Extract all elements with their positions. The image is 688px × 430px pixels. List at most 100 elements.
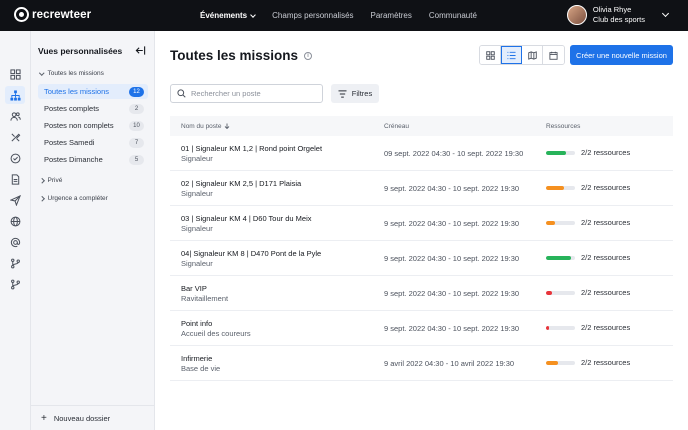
sidebar-item-saturday[interactable]: Postes Samedi 7 <box>38 135 148 150</box>
rail-volunteers[interactable] <box>5 107 25 125</box>
resources-text: 2/2 ressources <box>581 183 631 192</box>
globe-icon <box>10 216 20 226</box>
rail-check[interactable] <box>5 149 25 167</box>
progress-fill <box>546 220 556 225</box>
at-icon <box>10 237 20 247</box>
send-icon <box>9 194 21 206</box>
page-title: Toutes les missions i <box>170 48 313 63</box>
progress-bar <box>546 150 575 155</box>
sidebar-item-label: Toutes les missions <box>44 87 110 96</box>
dashboard-icon <box>9 68 21 80</box>
chevron-right-icon <box>39 196 45 201</box>
mission-category: Ravitaillement <box>181 294 229 303</box>
rail-branch[interactable] <box>5 254 25 272</box>
mission-resources: 2/2 ressources <box>546 253 630 262</box>
sidebar-item-all-missions[interactable]: Toutes les missions 12 <box>38 84 148 99</box>
views-sidebar: Vues personnalisées Toutes les missions … <box>31 31 155 430</box>
mission-resources: 2/2 ressources <box>546 358 630 367</box>
sort-arrow-down-icon <box>225 123 230 129</box>
mission-slot: 9 avril 2022 04:30 - 10 avril 2022 19:30 <box>384 359 515 368</box>
count-badge: 10 <box>129 120 144 131</box>
sidebar-item-complete[interactable]: Postes complets 2 <box>38 101 148 116</box>
mission-category: Signaleur <box>181 154 213 163</box>
table-row[interactable]: Bar VIP Ravitaillement 9 sept. 2022 04:30… <box>170 276 673 311</box>
nav-custom-fields[interactable]: Champs personnalisés <box>272 11 353 20</box>
count-badge: 7 <box>129 137 144 148</box>
nav-settings[interactable]: Paramètres <box>371 11 412 20</box>
table-row[interactable]: 02 | Signaleur KM 2,5 | D171 Plaisia Sign… <box>170 171 673 206</box>
map-view-button[interactable] <box>522 46 543 64</box>
rail-org-chart[interactable] <box>5 86 25 104</box>
rail-tools[interactable] <box>5 128 25 146</box>
table-row[interactable]: 01 | Signaleur KM 1,2 | Rond point Orgel… <box>170 136 673 171</box>
progress-bar <box>546 360 575 365</box>
calendar-view-button[interactable] <box>543 46 564 64</box>
branch-alt-icon <box>10 279 20 289</box>
table-header: Nom du poste Créneau Ressources <box>170 116 673 136</box>
mission-slot: 9 sept. 2022 04:30 - 10 sept. 2022 19:30 <box>384 184 520 193</box>
mission-title: 04| Signaleur KM 8 | D470 Pont de la Pyl… <box>181 249 322 258</box>
filters-button[interactable]: Filtres <box>331 84 379 103</box>
app-logo[interactable]: recrewteer <box>14 7 91 22</box>
new-folder-button[interactable]: + Nouveau dossier <box>31 405 155 430</box>
rail-at[interactable] <box>5 233 25 251</box>
search-icon <box>177 89 186 98</box>
resources-text: 2/2 ressources <box>581 218 631 227</box>
rail-send[interactable] <box>5 191 25 209</box>
rail-dashboard[interactable] <box>5 65 25 83</box>
rail-document[interactable] <box>5 170 25 188</box>
grid-view-button[interactable] <box>480 46 501 64</box>
mission-slot: 9 sept. 2022 04:30 - 10 sept. 2022 19:30 <box>384 254 520 263</box>
search-box[interactable] <box>170 84 323 103</box>
resources-text: 2/2 ressources <box>581 148 631 157</box>
table-row[interactable]: Infirmerie Base de vie 9 avril 2022 04:30… <box>170 346 673 381</box>
search-input[interactable] <box>191 89 316 98</box>
chevron-down-icon <box>661 9 670 18</box>
mission-title: Bar VIP <box>181 284 207 293</box>
table-row[interactable]: 04| Signaleur KM 8 | D470 Pont de la Pyl… <box>170 241 673 276</box>
mission-resources: 2/2 ressources <box>546 218 630 227</box>
progress-bar <box>546 255 575 260</box>
progress-fill <box>546 290 553 295</box>
resources-text: 2/2 ressources <box>581 323 631 332</box>
group-urgent-label: Urgence a compléter <box>47 195 108 202</box>
column-name-header[interactable]: Nom du poste <box>181 123 230 130</box>
resources-text: 2/2 ressources <box>581 288 631 297</box>
progress-bar <box>546 325 575 330</box>
resources-text: 2/2 ressources <box>581 253 631 262</box>
mission-title: 03 | Signaleur KM 4 | D60 Tour du Meix <box>181 214 312 223</box>
group-private-label: Privé <box>47 177 63 184</box>
sidebar-item-sunday[interactable]: Postes Dimanche 5 <box>38 152 148 167</box>
sidebar-item-incomplete[interactable]: Postes non complets 10 <box>38 118 148 133</box>
nav-events-label: Événements <box>200 11 248 20</box>
rail-branch-alt[interactable] <box>5 275 25 293</box>
mission-title: 02 | Signaleur KM 2,5 | D171 Plaisia <box>181 179 302 188</box>
progress-fill <box>546 325 549 330</box>
list-view-button[interactable] <box>501 46 522 64</box>
nav-events[interactable]: Événements <box>200 11 256 20</box>
progress-bar <box>546 185 575 190</box>
mission-slot: 09 sept. 2022 04:30 - 10 sept. 2022 19:3… <box>384 149 524 158</box>
info-icon[interactable]: i <box>304 51 313 60</box>
filter-icon <box>338 89 347 98</box>
column-slot-header[interactable]: Créneau <box>384 123 409 130</box>
branch-icon <box>10 258 20 268</box>
list-icon <box>506 51 516 59</box>
grid-icon <box>485 50 495 60</box>
column-resources-header[interactable]: Ressources <box>546 123 580 130</box>
create-mission-button[interactable]: Créer une nouvelle mission <box>570 45 673 65</box>
collapse-sidebar-icon[interactable] <box>135 45 146 56</box>
table-row[interactable]: 03 | Signaleur KM 4 | D60 Tour du Meix Si… <box>170 206 673 241</box>
view-toggle <box>479 45 565 65</box>
group-all-missions[interactable]: Toutes les missions <box>39 70 104 77</box>
sidebar-item-label: Postes complets <box>44 104 100 113</box>
rail-globe[interactable] <box>5 212 25 230</box>
mission-category: Accueil des coureurs <box>181 329 251 338</box>
group-urgent[interactable]: Urgence a compléter <box>39 195 108 202</box>
nav-community[interactable]: Communauté <box>429 11 477 20</box>
group-private[interactable]: Privé <box>39 177 63 184</box>
user-menu[interactable]: Olivia Rhye Club des sports <box>566 5 670 25</box>
table-row[interactable]: Point info Accueil des coureurs 9 sept. 2… <box>170 311 673 346</box>
nav-custom-fields-label: Champs personnalisés <box>272 11 354 20</box>
chevron-down-icon <box>250 11 256 18</box>
